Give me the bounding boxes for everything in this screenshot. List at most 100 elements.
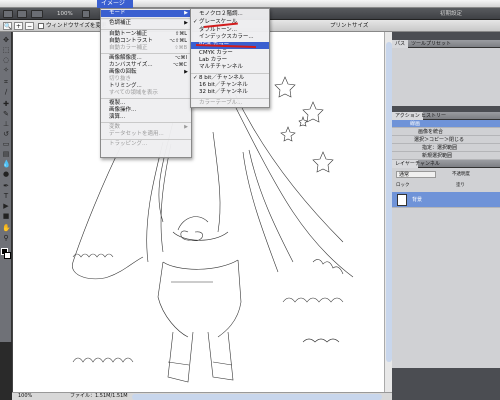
actions-panel-tabs: アクション ヒストリー xyxy=(392,112,500,120)
move-tool-icon[interactable]: ✥ xyxy=(2,36,10,44)
fit-window-checkbox[interactable] xyxy=(38,23,44,29)
menu-item-label: トラッピング... xyxy=(109,141,148,147)
menu-item-label: すべての領域を表示 xyxy=(109,90,158,96)
vertical-scrollbar[interactable] xyxy=(384,32,392,392)
hand-tool-icon[interactable] xyxy=(82,10,90,18)
clone-stamp-tool-icon[interactable]: ⊥ xyxy=(2,120,10,128)
image-menu: モード ▶ 色調補正 ▶ 自動トーン補正 ⇧⌘L 自動コントラスト ⌥⇧⌘L 自動カラー… xyxy=(100,8,192,158)
shortcut-label: ⌥⌘I xyxy=(174,55,187,61)
marquee-tool-icon[interactable]: ⬚ xyxy=(2,46,10,54)
menu-item-duotone[interactable]: ダブルトーン... xyxy=(191,27,269,34)
menu-item-label: モノクロ２階調... xyxy=(199,11,243,17)
hand-tool-icon[interactable]: ✋ xyxy=(2,224,11,232)
menu-item-label: 32 bit／チャンネル xyxy=(199,89,248,95)
menu-item-label: 自動カラー補正 xyxy=(109,45,148,51)
menu-item-auto-color: 自動カラー補正 ⇧⌘B xyxy=(101,45,191,52)
view-extras-icon[interactable] xyxy=(31,10,43,18)
bridge-icon[interactable] xyxy=(17,10,27,18)
menu-item-multichannel[interactable]: マルチチャンネル xyxy=(191,64,269,71)
menu-item-calculations[interactable]: 演算... xyxy=(101,114,191,121)
menu-item-indexed-color[interactable]: インデックスカラー... xyxy=(191,34,269,41)
paths-panel-tabs: パス ツールプリセット xyxy=(392,40,500,48)
status-zoom[interactable]: 100% xyxy=(18,393,32,400)
eraser-tool-icon[interactable]: ▭ xyxy=(2,140,10,148)
submenu-arrow-icon: ▶ xyxy=(184,10,188,16)
menu-item-trim[interactable]: トリミング... xyxy=(101,83,191,90)
menu-separator xyxy=(101,139,191,140)
lasso-tool-icon[interactable]: ◌ xyxy=(2,56,10,64)
paths-panel-body xyxy=(392,48,500,106)
menu-item-mode[interactable]: モード ▶ xyxy=(101,10,191,17)
layer-row-background[interactable]: 背景 xyxy=(392,192,500,208)
menu-separator xyxy=(101,18,191,19)
action-row[interactable]: 線画 xyxy=(392,120,500,128)
menu-item-image-rotation[interactable]: 画像の回転 ▶ xyxy=(101,69,191,76)
menu-item-label: 8 bit／チャンネル xyxy=(199,75,245,81)
menu-image[interactable]: イメージ xyxy=(97,0,133,8)
shape-tool-icon[interactable]: ■ xyxy=(2,212,10,220)
menu-item-label: 複製... xyxy=(109,100,126,106)
menu-item-variables: 変数 ▶ xyxy=(101,124,191,131)
zoom-out-icon[interactable]: − xyxy=(25,22,34,30)
menu-separator xyxy=(101,122,191,123)
action-row[interactable]: 新規選択範囲 xyxy=(392,152,500,160)
print-size-button[interactable]: プリントサイズ xyxy=(330,22,368,30)
menu-item-lab-color[interactable]: Lab カラー xyxy=(191,57,269,64)
shortcut-label: ⇧⌘B xyxy=(174,45,187,51)
shortcut-label: ⇧⌘L xyxy=(175,31,187,37)
brush-tool-icon[interactable]: ✎ xyxy=(2,110,10,118)
zoom-tool-icon[interactable]: ⚲ xyxy=(2,234,10,242)
zoom-tool-icon[interactable]: 🔍 xyxy=(3,22,12,30)
action-row[interactable]: 指定：選択範囲 xyxy=(392,144,500,152)
opacity-label: 不透明度 xyxy=(452,172,470,177)
menu-item-32-bit[interactable]: 32 bit／チャンネル xyxy=(191,89,269,96)
menu-item-label: 画像の回転 xyxy=(109,69,137,75)
menu-item-bitmap[interactable]: モノクロ２階調... xyxy=(191,11,269,18)
path-selection-tool-icon[interactable]: ▶ xyxy=(2,202,10,210)
menu-item-label: 画像操作... xyxy=(109,107,137,113)
menu-item-label: トリミング... xyxy=(109,83,142,89)
action-row[interactable]: 画像を統合 xyxy=(392,128,500,136)
menu-item-auto-tone[interactable]: 自動トーン補正 ⇧⌘L xyxy=(101,31,191,38)
checkmark-icon: ✓ xyxy=(193,19,198,25)
gradient-tool-icon[interactable]: ▤ xyxy=(2,150,10,158)
magic-wand-tool-icon[interactable]: ✧ xyxy=(2,66,10,74)
dodge-tool-icon[interactable]: ● xyxy=(2,170,10,178)
tab-history[interactable]: ヒストリー xyxy=(418,112,449,120)
menu-item-16-bit[interactable]: 16 bit／チャンネル xyxy=(191,82,269,89)
workspace-switcher[interactable]: 初期設定 xyxy=(440,9,462,19)
history-brush-tool-icon[interactable]: ↺ xyxy=(2,130,10,138)
menu-item-apply-data-set: データセットを適用... xyxy=(101,131,191,138)
layers-panel-tabs: レイヤー チャンネル xyxy=(392,160,500,168)
menu-item-8-bit[interactable]: ✓ 8 bit／チャンネル xyxy=(191,75,269,82)
action-row[interactable]: 選択＞コピー＞閉じる xyxy=(392,136,500,144)
menu-item-cmyk-color[interactable]: CMYK カラー xyxy=(191,50,269,57)
menu-item-trap: トラッピング... xyxy=(101,141,191,148)
menu-item-label: 切り抜き xyxy=(109,76,132,82)
zoom-level[interactable]: 100% xyxy=(57,9,73,19)
menu-item-apply-image[interactable]: 画像操作... xyxy=(101,107,191,114)
menu-item-auto-contrast[interactable]: 自動コントラスト ⌥⇧⌘L xyxy=(101,38,191,45)
menu-item-image-size[interactable]: 画像解像度... ⌥⌘I xyxy=(101,55,191,62)
type-tool-icon[interactable]: T xyxy=(2,192,10,200)
blend-mode-select[interactable]: 通常 xyxy=(396,171,436,178)
menu-item-adjustments[interactable]: 色調補正 ▶ xyxy=(101,20,191,27)
menu-separator xyxy=(191,98,269,99)
menu-item-label: 自動コントラスト xyxy=(109,38,153,44)
menu-item-canvas-size[interactable]: カンバスサイズ... ⌥⌘C xyxy=(101,62,191,69)
eyedropper-tool-icon[interactable]: ∕ xyxy=(2,88,10,96)
pen-tool-icon[interactable]: ✒ xyxy=(2,182,10,190)
blur-tool-icon[interactable]: 💧 xyxy=(2,160,11,168)
menu-item-duplicate[interactable]: 複製... xyxy=(101,100,191,107)
background-color-swatch[interactable] xyxy=(4,252,11,259)
menu-item-label: 演算... xyxy=(109,114,126,120)
tab-paths[interactable]: パス xyxy=(392,40,409,48)
tab-tool-presets[interactable]: ツールプリセット xyxy=(408,40,454,48)
zoom-in-icon[interactable]: + xyxy=(14,22,23,30)
fit-window-label: ウィンドウサイズを変更 xyxy=(46,23,107,29)
horizontal-scrollbar[interactable] xyxy=(132,394,382,400)
menu-item-label: モード xyxy=(109,10,126,16)
tab-channels[interactable]: チャンネル xyxy=(412,160,443,168)
crop-tool-icon[interactable]: ⌗ xyxy=(2,78,10,86)
healing-brush-tool-icon[interactable]: ✚ xyxy=(2,100,10,108)
